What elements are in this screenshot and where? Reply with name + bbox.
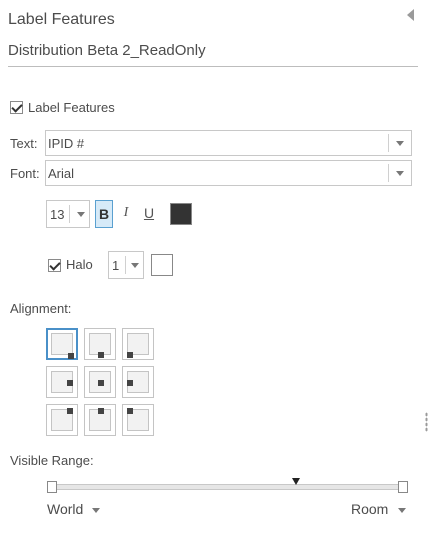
- panel-title: Label Features: [8, 11, 115, 28]
- alignment-center-right[interactable]: [46, 366, 78, 398]
- halo-label: Halo: [66, 257, 93, 272]
- text-field-select[interactable]: IPID #: [45, 130, 412, 156]
- alignment-top-right[interactable]: [46, 328, 78, 360]
- text-field-label: Text:: [10, 136, 38, 151]
- halo-color-swatch[interactable]: [151, 254, 173, 276]
- font-size-select[interactable]: 13: [46, 200, 90, 228]
- max-scale-label[interactable]: Room: [351, 501, 388, 517]
- current-scale-marker: [291, 478, 300, 485]
- max-scale-thumb[interactable]: [398, 481, 408, 493]
- font-field-select[interactable]: Arial: [45, 160, 412, 186]
- anchor-dot-icon: [98, 408, 104, 414]
- anchor-dot-icon: [67, 408, 73, 414]
- alignment-label: Alignment:: [10, 301, 72, 316]
- anchor-dot-icon: [98, 380, 104, 386]
- alignment-center[interactable]: [84, 366, 116, 398]
- min-scale-label[interactable]: World: [47, 501, 83, 517]
- alignment-top-center[interactable]: [84, 328, 116, 360]
- anchor-dot-icon: [127, 408, 133, 414]
- halo-size-value: 1: [112, 258, 120, 273]
- chevron-down-icon[interactable]: [92, 508, 100, 513]
- underline-button[interactable]: U: [140, 200, 158, 228]
- chevron-down-icon[interactable]: [396, 141, 404, 146]
- collapse-arrow-icon[interactable]: [407, 9, 414, 21]
- label-features-panel: Label Features Distribution Beta 2_ReadO…: [0, 0, 429, 534]
- visible-range-label: Visible Range:: [10, 453, 94, 468]
- chevron-down-icon[interactable]: [398, 508, 406, 513]
- anchor-dot-icon: [127, 380, 133, 386]
- alignment-top-left[interactable]: [122, 328, 154, 360]
- bold-button[interactable]: B: [95, 200, 113, 228]
- italic-button[interactable]: I: [117, 200, 135, 228]
- label-features-label: Label Features: [28, 100, 115, 115]
- alignment-bottom-center[interactable]: [84, 404, 116, 436]
- chevron-down-icon[interactable]: [396, 171, 404, 176]
- layer-name: Distribution Beta 2_ReadOnly: [8, 42, 206, 59]
- halo-checkbox[interactable]: [48, 259, 61, 272]
- divider: [8, 66, 418, 67]
- font-size-value: 13: [50, 207, 65, 222]
- halo-size-select[interactable]: 1: [108, 251, 144, 279]
- alignment-center-left[interactable]: [122, 366, 154, 398]
- anchor-dot-icon: [127, 352, 133, 358]
- anchor-dot-icon: [67, 380, 73, 386]
- label-features-checkbox[interactable]: [10, 101, 23, 114]
- text-field-value: IPID #: [48, 136, 85, 151]
- resize-grip[interactable]: [425, 412, 428, 432]
- chevron-down-icon[interactable]: [77, 212, 85, 217]
- anchor-dot-icon: [98, 352, 104, 358]
- chevron-down-icon[interactable]: [131, 263, 139, 268]
- visible-range-track[interactable]: [50, 484, 406, 490]
- text-color-swatch[interactable]: [170, 203, 192, 225]
- alignment-bottom-right[interactable]: [46, 404, 78, 436]
- font-field-value: Arial: [48, 166, 75, 181]
- font-field-label: Font:: [10, 166, 40, 181]
- min-scale-thumb[interactable]: [47, 481, 57, 493]
- alignment-bottom-left[interactable]: [122, 404, 154, 436]
- anchor-dot-icon: [68, 353, 74, 359]
